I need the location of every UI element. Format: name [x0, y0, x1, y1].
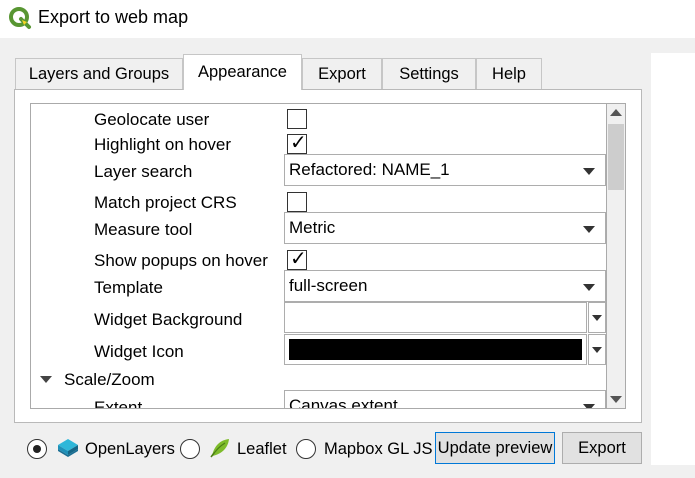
window-title: Export to web map [38, 7, 189, 27]
tab-export[interactable]: Export [302, 58, 382, 90]
widget-icon-row: Widget Icon [31, 334, 626, 367]
widget-background-color-button[interactable] [284, 302, 587, 333]
show-popups-on-hover-checkbox[interactable]: ✓ [287, 248, 307, 270]
widget-icon-color-button[interactable] [284, 334, 587, 365]
widget-background-label: Widget Background [94, 310, 243, 329]
tab-appearance[interactable]: Appearance [183, 54, 302, 90]
chevron-down-icon [583, 168, 595, 175]
match-project-crs-label: Match project CRS [94, 193, 237, 212]
template-dropdown[interactable]: full-screen [284, 270, 606, 302]
layer-search-dropdown[interactable]: Refactored: NAME_1 [284, 154, 606, 186]
openlayers-label: OpenLayers [85, 440, 175, 458]
tab-bar: Layers and Groups Appearance Export Sett… [14, 54, 644, 90]
scroll-down-arrow-icon[interactable] [610, 396, 622, 403]
widget-icon-color-menu[interactable] [588, 334, 606, 365]
extent-row: Extent Canvas extent [31, 390, 626, 409]
tab-settings[interactable]: Settings [382, 58, 476, 90]
checkmark-icon: ✓ [290, 132, 307, 154]
vertical-scrollbar[interactable] [606, 103, 626, 409]
measure-tool-dropdown[interactable]: Metric [284, 212, 606, 244]
geolocate-user-checkbox[interactable] [287, 109, 307, 129]
tab-layers-and-groups[interactable]: Layers and Groups [15, 58, 183, 90]
settings-tree[interactable]: Geolocate user Highlight on hover ✓ Laye… [30, 103, 626, 409]
mapbox-gl-js-radio[interactable] [296, 439, 316, 459]
map-preview-pane[interactable] [651, 53, 695, 465]
leaflet-radio[interactable] [180, 439, 200, 459]
leaflet-label: Leaflet [237, 440, 287, 458]
appearance-panel: Geolocate user Highlight on hover ✓ Laye… [14, 89, 642, 423]
checkmark-icon: ✓ [290, 248, 307, 270]
chevron-down-icon [583, 284, 595, 291]
scroll-up-arrow-icon[interactable] [610, 109, 622, 116]
openlayers-radio[interactable] [27, 439, 47, 459]
mapbox-gl-js-label: Mapbox GL JS [324, 440, 433, 458]
geolocate-user-row: Geolocate user [31, 106, 626, 134]
widget-background-row: Widget Background [31, 302, 626, 335]
highlight-on-hover-label: Highlight on hover [94, 135, 232, 154]
tab-help[interactable]: Help [476, 58, 542, 90]
layer-search-row: Layer search Refactored: NAME_1 [31, 154, 626, 188]
chevron-down-icon [583, 226, 595, 233]
chevron-down-icon [583, 404, 595, 408]
measure-tool-label: Measure tool [94, 220, 193, 239]
template-label: Template [94, 278, 163, 297]
widget-icon-label: Widget Icon [94, 342, 184, 361]
chevron-down-icon [592, 315, 602, 321]
radio-selected-dot [33, 445, 41, 453]
match-project-crs-checkbox[interactable] [287, 192, 307, 212]
show-popups-on-hover-label: Show popups on hover [94, 251, 268, 270]
color-swatch [289, 339, 582, 360]
chevron-down-icon [592, 347, 602, 353]
template-row: Template full-screen [31, 270, 626, 304]
qgis-logo-icon [9, 7, 31, 29]
scale-zoom-label: Scale/Zoom [64, 370, 155, 389]
openlayers-icon [58, 439, 78, 457]
scrollbar-thumb[interactable] [608, 124, 624, 190]
measure-tool-row: Measure tool Metric [31, 212, 626, 246]
layer-search-label: Layer search [94, 162, 193, 181]
title-bar: Export to web map [0, 0, 695, 38]
footer-bar: OpenLayers Leaflet Mapbox GL JS Update p… [0, 428, 651, 468]
expand-caret-icon[interactable] [40, 376, 52, 383]
extent-label: Extent [94, 398, 143, 409]
update-preview-button[interactable]: Update preview [435, 432, 555, 464]
highlight-on-hover-checkbox[interactable]: ✓ [287, 132, 307, 154]
extent-dropdown[interactable]: Canvas extent [284, 390, 606, 408]
export-button[interactable]: Export [562, 432, 642, 464]
widget-background-color-menu[interactable] [588, 302, 606, 333]
geolocate-user-label: Geolocate user [94, 110, 210, 129]
leaflet-icon [210, 439, 229, 458]
